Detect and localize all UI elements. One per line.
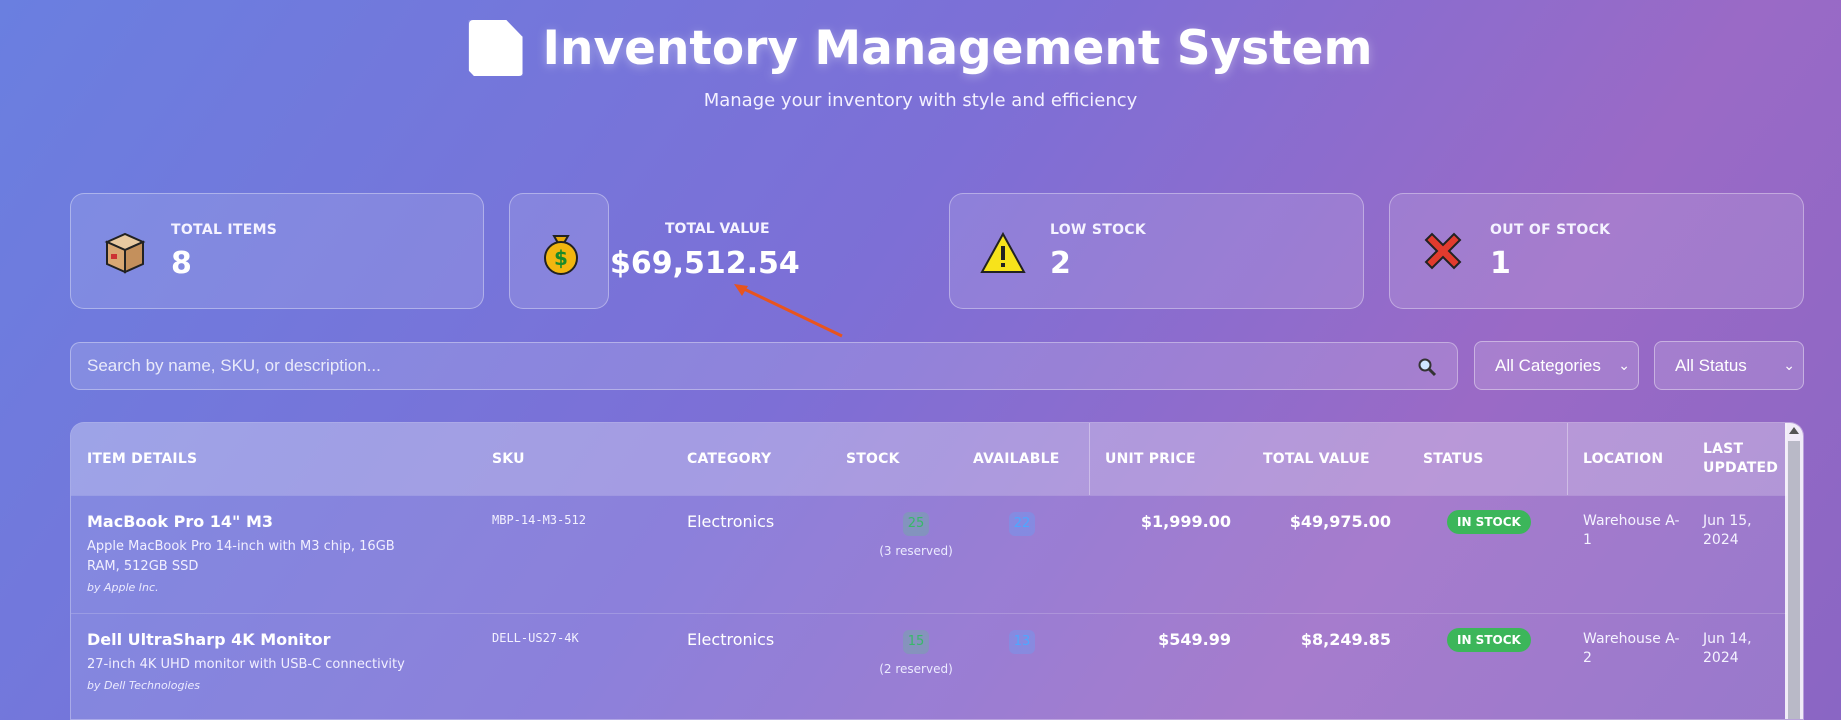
- reserved-count: (3 reserved): [879, 544, 953, 558]
- column-header-stock[interactable]: STOCK: [846, 423, 900, 495]
- date-line: Jun 15,: [1703, 513, 1752, 529]
- location-line: Warehouse A-: [1583, 631, 1680, 647]
- item-category: Electronics: [687, 630, 775, 649]
- status-pill: IN STOCK: [1447, 628, 1531, 652]
- item-available: 22: [1009, 512, 1035, 536]
- reserved-count: (2 reserved): [879, 662, 953, 676]
- search-box: [70, 342, 1458, 390]
- item-location: Warehouse A- 1: [1583, 512, 1680, 550]
- item-details: Dell UltraSharp 4K Monitor 27-inch 4K UH…: [87, 630, 427, 692]
- table-header: ITEM DETAILS SKU CATEGORY STOCK AVAILABL…: [71, 423, 1787, 495]
- title-row: Inventory Management System: [0, 18, 1841, 78]
- scrollbar-thumb[interactable]: [1788, 441, 1800, 719]
- column-header-location[interactable]: LOCATION: [1583, 423, 1663, 495]
- item-maker: by Dell Technologies: [87, 679, 201, 692]
- item-sku: MBP-14-M3-512: [492, 513, 586, 527]
- column-header-item-details[interactable]: ITEM DETAILS: [87, 423, 197, 495]
- stat-card-total-items: TOTAL ITEMS 8: [70, 193, 484, 309]
- inventory-table: ITEM DETAILS SKU CATEGORY STOCK AVAILABL…: [70, 422, 1804, 720]
- item-maker: by Apple Inc.: [87, 581, 159, 594]
- scroll-up-arrow-icon[interactable]: [1789, 427, 1799, 434]
- item-details: MacBook Pro 14" M3 Apple MacBook Pro 14-…: [87, 512, 427, 594]
- item-available: 13: [1009, 630, 1035, 654]
- item-location: Warehouse A- 2: [1583, 630, 1680, 668]
- stock-badge: 25: [903, 512, 929, 536]
- column-divider: [1089, 423, 1090, 495]
- stat-label: OUT OF STOCK: [1490, 222, 1611, 238]
- page-header: Inventory Management System Manage your …: [0, 0, 1841, 130]
- search-input[interactable]: [71, 343, 1457, 389]
- stat-value: 2: [1050, 246, 1071, 281]
- location-line: 1: [1583, 532, 1592, 548]
- status-select-value: All Status: [1675, 356, 1747, 375]
- status-pill: IN STOCK: [1447, 510, 1531, 534]
- stat-label: LOW STOCK: [1050, 222, 1146, 238]
- available-badge: 13: [1009, 630, 1035, 654]
- table-scrollbar[interactable]: [1785, 423, 1803, 719]
- item-total-value: $49,975.00: [1289, 512, 1391, 531]
- item-last-updated: Jun 14, 2024: [1703, 630, 1752, 668]
- item-last-updated: Jun 15, 2024: [1703, 512, 1752, 550]
- status-select[interactable]: All Status ⌄: [1654, 341, 1804, 390]
- item-name: Dell UltraSharp 4K Monitor: [87, 630, 331, 649]
- item-description: Apple MacBook Pro 14-inch with M3 chip, …: [87, 539, 395, 574]
- stat-label: TOTAL ITEMS: [171, 222, 278, 238]
- item-category: Electronics: [687, 512, 775, 531]
- warning-icon: [980, 231, 1026, 273]
- search-icon[interactable]: [1417, 357, 1437, 377]
- table-row[interactable]: Dell UltraSharp 4K Monitor 27-inch 4K UH…: [71, 613, 1787, 719]
- svg-text:$: $: [554, 246, 568, 270]
- location-line: Warehouse A-: [1583, 513, 1680, 529]
- page-icon: [468, 20, 523, 76]
- date-line: Jun 14,: [1703, 631, 1752, 647]
- stat-card-total-value: $: [509, 193, 609, 309]
- location-line: 2: [1583, 650, 1592, 666]
- column-header-line: LAST: [1703, 441, 1744, 457]
- item-stock: 15 (2 reserved): [861, 630, 971, 676]
- column-header-line: UPDATED: [1703, 460, 1779, 476]
- cross-mark-icon: [1424, 232, 1462, 270]
- package-icon: [104, 232, 146, 274]
- status-badge: IN STOCK: [1447, 510, 1531, 534]
- annotation-arrow-icon: [734, 284, 843, 338]
- item-stock: 25 (3 reserved): [861, 512, 971, 558]
- chevron-down-icon: ⌄: [1783, 357, 1795, 373]
- item-name: MacBook Pro 14" M3: [87, 512, 273, 531]
- column-header-category[interactable]: CATEGORY: [687, 423, 771, 495]
- column-divider: [1567, 423, 1568, 495]
- category-select-value: All Categories: [1495, 356, 1601, 375]
- table-row[interactable]: MacBook Pro 14" M3 Apple MacBook Pro 14-…: [71, 495, 1787, 613]
- stock-badge: 15: [903, 630, 929, 654]
- stat-card-low-stock: LOW STOCK 2: [949, 193, 1364, 309]
- column-header-last-updated[interactable]: LAST UPDATED: [1703, 423, 1778, 495]
- date-line: 2024: [1703, 532, 1739, 548]
- category-select[interactable]: All Categories ⌄: [1474, 341, 1639, 390]
- stat-card-out-of-stock: OUT OF STOCK 1: [1389, 193, 1804, 309]
- column-header-unit-price[interactable]: UNIT PRICE: [1105, 423, 1196, 495]
- stat-value: $69,512.54: [610, 246, 800, 281]
- item-total-value: $8,249.85: [1300, 630, 1391, 649]
- stat-value: 8: [171, 246, 192, 281]
- item-unit-price: $549.99: [1158, 630, 1231, 649]
- date-line: 2024: [1703, 650, 1739, 666]
- column-header-status[interactable]: STATUS: [1423, 423, 1484, 495]
- status-badge: IN STOCK: [1447, 628, 1531, 652]
- stat-value: 1: [1490, 246, 1511, 281]
- available-badge: 22: [1009, 512, 1035, 536]
- column-header-total-value[interactable]: TOTAL VALUE: [1263, 423, 1370, 495]
- chevron-down-icon: ⌄: [1618, 357, 1630, 373]
- column-header-available[interactable]: AVAILABLE: [973, 423, 1060, 495]
- item-description: 27-inch 4K UHD monitor with USB-C connec…: [87, 657, 405, 672]
- stat-label: TOTAL VALUE: [665, 221, 770, 237]
- item-unit-price: $1,999.00: [1140, 512, 1231, 531]
- column-header-sku[interactable]: SKU: [492, 423, 525, 495]
- item-sku: DELL-US27-4K: [492, 631, 579, 645]
- page-subtitle: Manage your inventory with style and eff…: [703, 90, 1138, 111]
- page-title: Inventory Management System: [542, 20, 1373, 76]
- money-bag-icon: $: [544, 235, 578, 275]
